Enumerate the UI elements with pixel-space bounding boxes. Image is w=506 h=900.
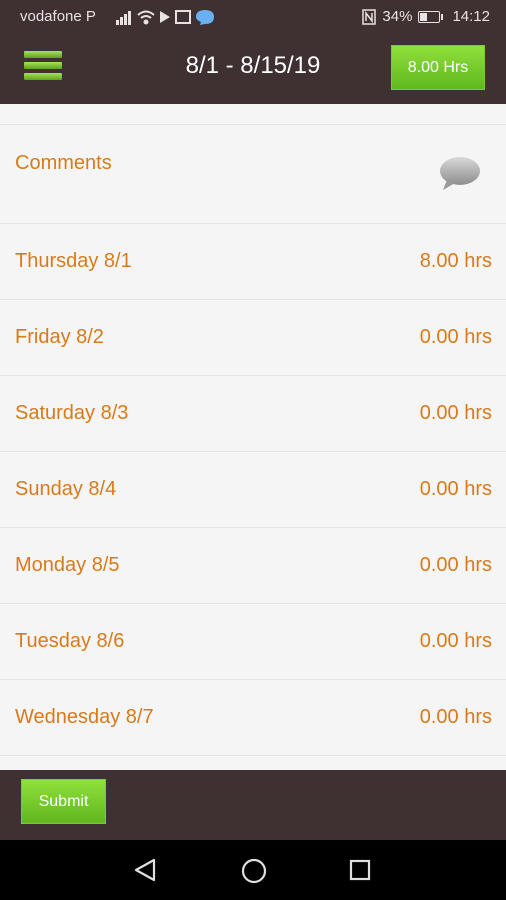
day-hours: 0.00 hrs <box>419 554 492 576</box>
signal-icon <box>116 11 131 25</box>
day-hours: 0.00 hrs <box>419 326 492 348</box>
recents-icon[interactable] <box>348 858 372 882</box>
day-row-saturday[interactable]: Saturday 8/3 0.00 hrs <box>0 376 506 452</box>
day-row-tuesday[interactable]: Tuesday 8/6 0.00 hrs <box>0 604 506 680</box>
battery-icon <box>418 10 444 23</box>
day-hours: 0.00 hrs <box>419 706 492 728</box>
day-label: Thursday 8/1 <box>15 250 132 272</box>
speech-bubble-icon[interactable] <box>437 155 483 193</box>
day-row-thursday[interactable]: Thursday 8/1 8.00 hrs <box>0 224 506 300</box>
day-label: Friday 8/2 <box>15 326 104 348</box>
timesheet-list: Comments Thursday 8/1 8.00 hrs Friday 8/… <box>0 104 506 770</box>
total-hours-button[interactable]: 8.00 Hrs <box>391 45 485 90</box>
bottom-toolbar: Submit <box>0 770 506 840</box>
system-nav-bar <box>0 840 506 900</box>
day-label: Saturday 8/3 <box>15 402 129 424</box>
day-hours: 0.00 hrs <box>419 478 492 500</box>
clock: 14:12 <box>452 8 490 25</box>
comments-label: Comments <box>15 152 112 174</box>
app-bar: 8/1 - 8/15/19 8.00 Hrs <box>0 34 506 104</box>
back-icon[interactable] <box>132 857 158 883</box>
day-row-sunday[interactable]: Sunday 8/4 0.00 hrs <box>0 452 506 528</box>
status-icons <box>116 10 214 25</box>
play-icon <box>160 11 170 23</box>
nfc-icon <box>362 8 377 25</box>
comments-row[interactable]: Comments <box>0 125 506 224</box>
messenger-icon <box>196 10 214 25</box>
day-label: Sunday 8/4 <box>15 478 117 500</box>
day-hours: 8.00 hrs <box>419 250 492 272</box>
day-row-wednesday[interactable]: Wednesday 8/7 0.00 hrs <box>0 680 506 756</box>
day-label: Tuesday 8/6 <box>15 630 125 652</box>
home-icon[interactable] <box>240 857 268 885</box>
day-label: Monday 8/5 <box>15 554 120 576</box>
day-row-friday[interactable]: Friday 8/2 0.00 hrs <box>0 300 506 376</box>
status-right: 34% 14:12 <box>362 8 490 25</box>
day-hours: 0.00 hrs <box>419 630 492 652</box>
carrier-name: vodafone P <box>20 8 96 25</box>
status-bar: vodafone P 34% 14:12 <box>0 0 506 34</box>
day-hours: 0.00 hrs <box>419 402 492 424</box>
photo-icon <box>175 10 191 24</box>
day-row-monday[interactable]: Monday 8/5 0.00 hrs <box>0 528 506 604</box>
list-top-divider <box>0 104 506 125</box>
wifi-icon <box>137 10 155 25</box>
day-label: Wednesday 8/7 <box>15 706 154 728</box>
submit-button[interactable]: Submit <box>21 779 106 824</box>
battery-percent: 34% <box>382 8 413 25</box>
